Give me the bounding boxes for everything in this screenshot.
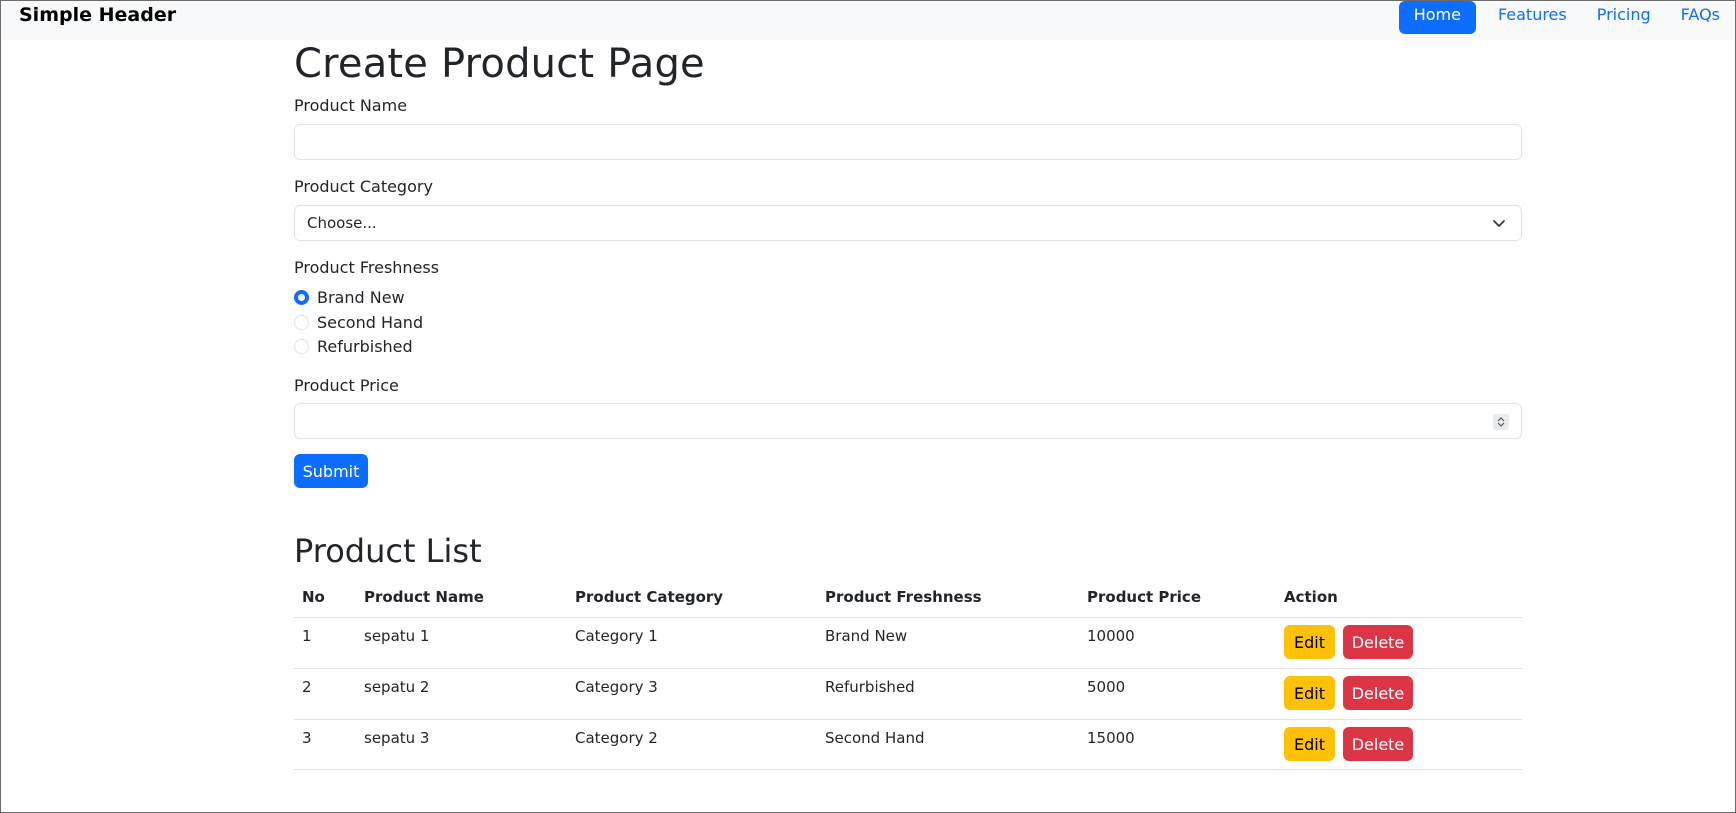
brand-title[interactable]: Simple Header	[19, 4, 176, 26]
cell-product-name: sepatu 1	[364, 627, 430, 645]
nav-home[interactable]: Home	[1398, 1, 1476, 34]
cell-no: 1	[302, 627, 312, 645]
cell-product-category: Category 2	[575, 729, 658, 747]
col-no: No	[302, 588, 325, 606]
nav-faqs[interactable]: FAQs	[1666, 1, 1735, 34]
table-row: 1 sepatu 1 Category 1 Brand New 10000 Ed…	[294, 617, 1522, 668]
number-spinner-icon[interactable]	[1493, 414, 1509, 430]
edit-button[interactable]: Edit	[1284, 676, 1335, 710]
cell-product-category: Category 1	[575, 627, 658, 645]
radio-brand-new[interactable]	[294, 289, 309, 305]
cell-product-price: 5000	[1087, 678, 1126, 696]
cell-product-price: 10000	[1087, 627, 1135, 645]
product-category-selected: Choose...	[307, 214, 377, 232]
cell-product-name: sepatu 3	[364, 729, 430, 747]
edit-button[interactable]: Edit	[1284, 625, 1335, 659]
delete-button[interactable]: Delete	[1343, 727, 1413, 761]
spinner-arrows-icon	[1497, 417, 1505, 427]
delete-button[interactable]: Delete	[1343, 625, 1413, 659]
cell-no: 3	[302, 729, 312, 747]
cell-no: 2	[302, 678, 312, 696]
product-freshness-label: Product Freshness	[294, 258, 440, 277]
cell-product-name: sepatu 2	[364, 678, 430, 696]
product-category-label: Product Category	[294, 177, 433, 196]
chevron-down-icon	[1493, 220, 1505, 227]
radio-refurbished[interactable]	[294, 338, 309, 354]
freshness-option-refurbished[interactable]: Refurbished	[294, 335, 413, 357]
product-price-label: Product Price	[294, 376, 399, 395]
freshness-option-brand-new[interactable]: Brand New	[294, 286, 405, 308]
nav-features[interactable]: Features	[1483, 1, 1582, 34]
cell-product-freshness: Second Hand	[825, 729, 925, 747]
product-price-input[interactable]	[294, 403, 1522, 439]
radio-label-refurbished: Refurbished	[317, 336, 413, 356]
radio-label-second-hand: Second Hand	[317, 312, 424, 332]
col-product-category: Product Category	[575, 588, 724, 606]
submit-button[interactable]: Submit	[294, 454, 368, 488]
col-product-price: Product Price	[1087, 588, 1201, 606]
product-list-title: Product List	[294, 532, 482, 570]
delete-button[interactable]: Delete	[1343, 676, 1413, 710]
table-header: No Product Name Product Category Product…	[294, 585, 1522, 617]
page-title: Create Product Page	[294, 41, 705, 87]
freshness-option-second-hand[interactable]: Second Hand	[294, 311, 423, 333]
cell-product-freshness: Refurbished	[825, 678, 915, 696]
radio-label-brand-new: Brand New	[317, 287, 405, 307]
table-row: 3 sepatu 3 Category 2 Second Hand 15000 …	[294, 719, 1522, 770]
cell-product-price: 15000	[1087, 729, 1135, 747]
navbar: Simple Header Home Features Pricing FAQs	[1, 1, 1735, 40]
product-category-select[interactable]: Choose...	[294, 205, 1522, 241]
col-product-name: Product Name	[364, 588, 484, 606]
cell-product-freshness: Brand New	[825, 627, 908, 645]
product-name-input[interactable]	[294, 124, 1522, 160]
col-product-freshness: Product Freshness	[825, 588, 982, 606]
table-row: 2 sepatu 2 Category 3 Refurbished 5000 E…	[294, 668, 1522, 719]
col-action: Action	[1284, 588, 1338, 606]
cell-product-category: Category 3	[575, 678, 658, 696]
edit-button[interactable]: Edit	[1284, 727, 1335, 761]
product-name-label: Product Name	[294, 96, 408, 115]
nav-pricing[interactable]: Pricing	[1582, 1, 1666, 34]
nav-links: Home Features Pricing FAQs	[1398, 1, 1735, 34]
radio-second-hand[interactable]	[294, 314, 309, 330]
